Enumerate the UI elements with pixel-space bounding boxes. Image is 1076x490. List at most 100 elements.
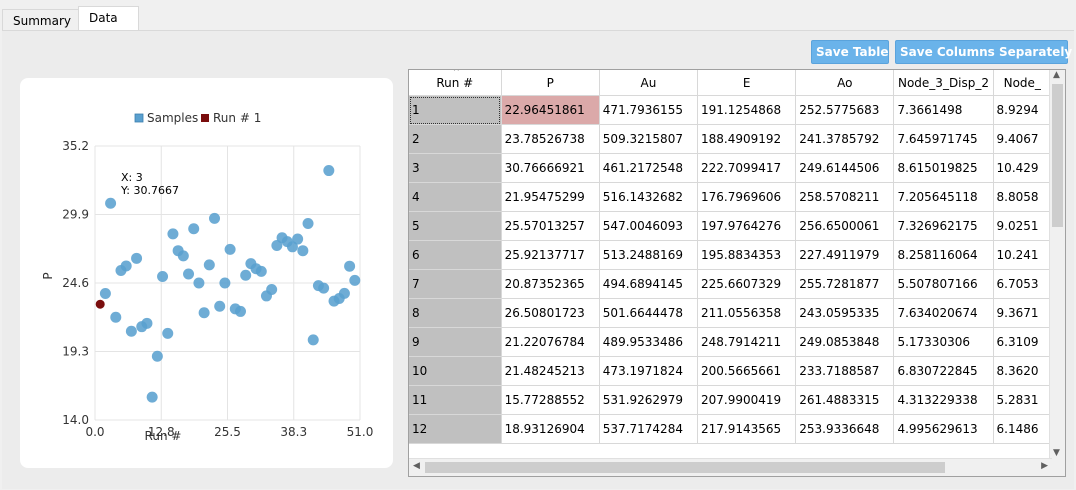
sample-point[interactable] <box>323 165 335 177</box>
sample-point[interactable] <box>105 197 117 209</box>
table-cell[interactable]: 9.4067 <box>993 124 1052 154</box>
table-cell[interactable]: 7.326962175 <box>893 211 994 241</box>
column-header[interactable]: ^ Run # <box>409 70 502 96</box>
table-cell[interactable]: 9.0251 <box>993 211 1052 241</box>
table-cell[interactable]: 249.6144506 <box>795 153 895 183</box>
sample-point[interactable] <box>302 218 314 230</box>
table-cell[interactable]: 4.313229338 <box>893 385 994 415</box>
table-cell[interactable]: 21.48245213 <box>501 356 600 386</box>
table-cell[interactable]: 207.9900419 <box>697 385 797 415</box>
sample-point[interactable] <box>151 350 163 362</box>
table-cell[interactable]: 211.0556358 <box>697 298 797 328</box>
table-row[interactable]: 3 30.76666921 461.2172548 222.7099417 249.61… <box>409 153 1052 183</box>
table-cell[interactable]: 494.6894145 <box>599 269 699 299</box>
sample-point[interactable] <box>292 233 304 245</box>
table-cell[interactable]: 531.9262979 <box>599 385 699 415</box>
table-cell[interactable]: 25.57013257 <box>501 211 600 241</box>
row-header-cell[interactable]: 12 <box>409 414 502 444</box>
sample-point[interactable] <box>219 277 231 289</box>
table-cell[interactable]: 509.3215807 <box>599 124 699 154</box>
row-header-cell[interactable]: 9 <box>409 327 502 357</box>
table-cell[interactable]: 6.3109 <box>993 327 1052 357</box>
table-cell[interactable]: 30.76666921 <box>501 153 600 183</box>
sample-point[interactable] <box>177 250 189 262</box>
table-cell[interactable]: 176.7969606 <box>697 182 797 212</box>
table-cell[interactable]: 501.6644478 <box>599 298 699 328</box>
table-cell[interactable]: 256.6500061 <box>795 211 895 241</box>
column-header[interactable]: Node_ <box>993 70 1052 96</box>
table-cell[interactable]: 5.17330306 <box>893 327 994 357</box>
table-cell[interactable]: 18.93126904 <box>501 414 600 444</box>
row-header-cell[interactable]: 10 <box>409 356 502 386</box>
table-cell[interactable]: 195.8834353 <box>697 240 797 270</box>
table-cell[interactable]: 547.0046093 <box>599 211 699 241</box>
table-row[interactable]: 6 25.92137717 513.2488169 195.8834353 227.49… <box>409 240 1052 270</box>
table-cell[interactable]: 6.1486 <box>993 414 1052 444</box>
vertical-scrollbar[interactable]: ▲ ▼ <box>1049 70 1065 459</box>
table-row[interactable]: 10 21.48245213 473.1971824 200.5665661 233.7… <box>409 356 1052 386</box>
sample-point[interactable] <box>297 245 309 257</box>
table-cell[interactable]: 252.5775683 <box>795 95 895 125</box>
table-cell[interactable]: 23.78526738 <box>501 124 600 154</box>
sample-point[interactable] <box>131 252 143 264</box>
table-cell[interactable]: 222.7099417 <box>697 153 797 183</box>
table-cell[interactable]: 471.7936155 <box>599 95 699 125</box>
column-header[interactable]: E <box>697 70 797 96</box>
table-cell[interactable]: 8.9294 <box>993 95 1052 125</box>
table-cell[interactable]: 15.77288552 <box>501 385 600 415</box>
table-cell[interactable]: 25.92137717 <box>501 240 600 270</box>
sample-point[interactable] <box>125 325 137 337</box>
table-cell[interactable]: 8.258116064 <box>893 240 994 270</box>
table-cell[interactable]: 473.1971824 <box>599 356 699 386</box>
table-cell[interactable]: 253.9336648 <box>795 414 895 444</box>
sample-point[interactable] <box>188 223 200 235</box>
save-table-button[interactable]: Save Table <box>811 40 889 64</box>
tab-summary[interactable]: Summary <box>2 9 82 30</box>
table-cell[interactable]: 8.615019825 <box>893 153 994 183</box>
table-cell[interactable]: 188.4909192 <box>697 124 797 154</box>
table-row[interactable]: 2 23.78526738 509.3215807 188.4909192 241.37… <box>409 124 1052 154</box>
run-point[interactable] <box>95 299 105 309</box>
table-row[interactable]: 9 21.22076784 489.9533486 248.7914211 249.08… <box>409 327 1052 357</box>
table-cell[interactable]: 197.9764276 <box>697 211 797 241</box>
table-cell[interactable]: 191.1254868 <box>697 95 797 125</box>
table-cell[interactable]: 200.5665661 <box>697 356 797 386</box>
table-cell[interactable]: 258.5708211 <box>795 182 895 212</box>
column-header[interactable]: Node_3_Disp_2 <box>893 70 994 96</box>
table-cell[interactable]: 248.7914211 <box>697 327 797 357</box>
sample-point[interactable] <box>198 307 210 319</box>
table-row[interactable]: 1 22.96451861 471.7936155 191.1254868 252.57… <box>409 95 1052 125</box>
table-cell[interactable]: 4.995629613 <box>893 414 994 444</box>
table-cell[interactable]: 5.2831 <box>993 385 1052 415</box>
table-cell[interactable]: 241.3785792 <box>795 124 895 154</box>
table-cell[interactable]: 9.3671 <box>993 298 1052 328</box>
table-cell[interactable]: 26.50801723 <box>501 298 600 328</box>
table-cell[interactable]: 227.4911979 <box>795 240 895 270</box>
table-cell[interactable]: 21.95475299 <box>501 182 600 212</box>
table-cell[interactable]: 489.9533486 <box>599 327 699 357</box>
table-cell[interactable]: 243.0595335 <box>795 298 895 328</box>
table-cell[interactable]: 516.1432682 <box>599 182 699 212</box>
table-cell[interactable]: 7.634020674 <box>893 298 994 328</box>
sample-point[interactable] <box>141 317 153 329</box>
table-cell[interactable]: 20.87352365 <box>501 269 600 299</box>
table-cell[interactable]: 7.645971745 <box>893 124 994 154</box>
table-cell[interactable]: 10.241 <box>993 240 1052 270</box>
row-header-cell[interactable]: 2 <box>409 124 502 154</box>
sample-point[interactable] <box>255 265 267 277</box>
tab-data-values[interactable]: Data Values <box>78 6 140 47</box>
row-header-cell[interactable]: 3 <box>409 153 502 183</box>
sample-point[interactable] <box>120 260 132 272</box>
table-cell[interactable]: 7.3661498 <box>893 95 994 125</box>
table-row[interactable]: 5 25.57013257 547.0046093 197.9764276 256.65… <box>409 211 1052 241</box>
row-header-cell[interactable]: 11 <box>409 385 502 415</box>
sample-point[interactable] <box>110 311 122 323</box>
table-cell[interactable]: 10.429 <box>993 153 1052 183</box>
table-cell[interactable]: 233.7188587 <box>795 356 895 386</box>
table-cell[interactable]: 225.6607329 <box>697 269 797 299</box>
table-cell[interactable]: 513.2488169 <box>599 240 699 270</box>
scroll-left-icon[interactable]: ◀ <box>413 461 420 471</box>
table-row[interactable]: 11 15.77288552 531.9262979 207.9900419 261.4… <box>409 385 1052 415</box>
row-header-cell[interactable]: 1 <box>409 95 502 125</box>
sample-point[interactable] <box>167 228 179 240</box>
